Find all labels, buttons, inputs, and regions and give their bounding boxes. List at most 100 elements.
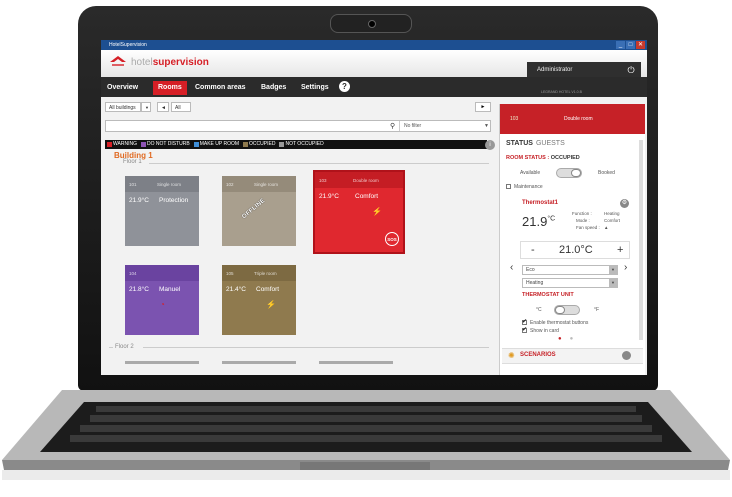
user-menu[interactable]: Administrator xyxy=(527,62,621,78)
brand-main: supervision xyxy=(152,57,209,68)
room-detail-number: 103 xyxy=(510,116,519,122)
tab-status[interactable]: STATUS xyxy=(506,140,533,147)
tab-common-areas[interactable]: Common areas xyxy=(195,81,246,95)
legend-swatch xyxy=(243,142,249,147)
room-card-101[interactable]: 101 Single room 21.9°C Protection xyxy=(125,176,199,246)
offline-stamp: OFFLINE xyxy=(241,197,267,221)
legend-occupied: OCCUPIED xyxy=(243,140,275,149)
pager-dots[interactable]: ● ● xyxy=(558,336,573,342)
room-number: 104 xyxy=(129,271,137,276)
room-temperature: 21.8°C xyxy=(129,286,149,293)
enable-buttons-checkbox[interactable] xyxy=(522,318,527,325)
setpoint-stepper: - 21.0°C + xyxy=(520,241,630,259)
room-mode: Protection xyxy=(159,197,189,204)
booked-label: Booked xyxy=(598,170,615,176)
room-mode: Manuel xyxy=(159,286,181,293)
maximize-button[interactable]: □ xyxy=(626,41,635,49)
filter-bar: All buildings ▼ ◄ All xyxy=(105,102,495,112)
gear-icon[interactable]: ⚙ xyxy=(620,199,629,208)
scenarios-title: SCENARIOS xyxy=(520,352,556,358)
toggle-knob xyxy=(571,169,581,177)
room-card-102[interactable]: 102 Single room OFFLINE xyxy=(222,176,296,246)
room-temperature: 21.9°C xyxy=(129,197,149,204)
panel-scrollbar[interactable] xyxy=(639,140,643,340)
room-status: ROOM STATUS : OCCUPIED xyxy=(506,155,580,161)
filter-select-value: No filter xyxy=(404,123,422,129)
room-card-105[interactable]: 105 Triple room 21.4°C Comfort ⚡ xyxy=(222,265,296,335)
legend-not-occupied: NOT OCCUPIED xyxy=(279,140,324,149)
scenarios-icon: ✺ xyxy=(508,351,515,360)
lightning-icon: ⚡ xyxy=(266,300,276,309)
tab-guests[interactable]: GUESTS xyxy=(536,140,565,147)
window-titlebar: HotelSupervision _ □ ✕ xyxy=(101,40,647,50)
next-button[interactable]: ► xyxy=(475,102,491,112)
fan-speed-key: Fan speed : xyxy=(576,225,600,230)
legend-label: OCCUPIED xyxy=(249,141,276,147)
version-label: LEGRAND HOTEL V1.0.B xyxy=(541,90,582,94)
info-icon[interactable]: i xyxy=(485,140,495,150)
enable-buttons-label: Enable thermostat buttons xyxy=(530,320,589,326)
minimize-button[interactable]: _ xyxy=(616,41,625,49)
thermostat-title: Thermostat1 xyxy=(522,200,559,206)
chevron-down-icon: ▼ xyxy=(609,279,617,287)
room-detail-type: Double room xyxy=(564,116,593,122)
power-icon[interactable]: ⏻ xyxy=(621,62,641,78)
maintenance-label: Maintenance xyxy=(514,184,543,190)
chevron-down-icon: ▼ xyxy=(484,123,489,129)
show-in-card-label: Show in card xyxy=(530,328,559,334)
setpoint-value: 21.0°C xyxy=(559,244,593,256)
chevron-left-icon[interactable]: ‹ xyxy=(510,262,513,273)
window-title: HotelSupervision xyxy=(109,42,147,48)
brand-name: hotelsupervision xyxy=(131,57,209,68)
unit-toggle[interactable] xyxy=(554,305,580,315)
tab-settings[interactable]: Settings xyxy=(301,81,329,95)
floor-divider xyxy=(109,347,113,348)
brand-prefix: hotel xyxy=(131,57,153,68)
building-select-arrow[interactable]: ▼ xyxy=(141,102,151,112)
legend-warning: WARNING xyxy=(107,140,137,149)
maintenance-checkbox[interactable] xyxy=(506,184,511,189)
tab-rooms[interactable]: Rooms xyxy=(153,81,187,95)
scenarios-section[interactable]: ✺ SCENARIOS xyxy=(502,348,643,364)
status-legend: WARNING DO NOT DISTURB MAKE UP ROOM OCCU… xyxy=(105,140,487,149)
decrease-button[interactable]: - xyxy=(531,244,535,256)
chevron-right-icon[interactable]: › xyxy=(624,262,627,273)
room-card-104[interactable]: 104 21.8°C Manuel ◔ xyxy=(125,265,199,335)
building-select[interactable]: All buildings xyxy=(105,102,141,112)
room-status-label: ROOM STATUS : xyxy=(506,155,550,161)
legend-dnd: DO NOT DISTURB xyxy=(140,140,190,149)
mode-select[interactable]: Eco ▼ xyxy=(522,265,618,275)
show-in-card-checkbox[interactable] xyxy=(522,326,527,333)
search-input[interactable]: ⚲ No filter ▼ xyxy=(105,120,491,132)
room-mode: Comfort xyxy=(256,286,280,293)
function-key: Function : xyxy=(572,211,592,216)
legend-label: WARNING xyxy=(113,141,137,147)
function-select[interactable]: Heating ▼ xyxy=(522,278,618,288)
prev-button[interactable]: ◄ xyxy=(157,102,169,112)
detail-tabs: STATUS GUESTS xyxy=(506,140,565,147)
help-icon[interactable]: ? xyxy=(339,81,350,92)
tab-overview[interactable]: Overview xyxy=(107,81,138,95)
close-button[interactable]: ✕ xyxy=(636,41,645,49)
fahrenheit-label: °F xyxy=(594,307,600,313)
room-type: Single room xyxy=(254,182,279,187)
filter-select[interactable]: No filter ▼ xyxy=(399,121,491,131)
floor-label: Floor 1 xyxy=(123,159,142,165)
increase-button[interactable]: + xyxy=(617,244,623,256)
current-temperature-value: 21.9 xyxy=(522,214,548,229)
celsius-label: °C xyxy=(536,307,542,313)
expand-icon[interactable] xyxy=(622,351,631,360)
room-card-partial xyxy=(125,361,199,364)
room-mode: Comfort xyxy=(355,193,379,200)
booking-toggle[interactable] xyxy=(556,168,582,178)
laptop-base xyxy=(2,390,730,480)
all-button[interactable]: All xyxy=(171,102,191,112)
sos-badge[interactable]: SOS xyxy=(385,232,399,246)
room-number: 105 xyxy=(226,271,234,276)
tab-badges[interactable]: Badges xyxy=(261,81,286,95)
room-card-103[interactable]: 103 Double room 21.9°C Comfort ⚡ SOS xyxy=(313,170,405,254)
floor-divider xyxy=(143,347,489,348)
room-temperature: 21.9°C xyxy=(319,193,339,200)
room-card-partial xyxy=(319,361,393,364)
mode-key: Mode : xyxy=(576,218,590,223)
